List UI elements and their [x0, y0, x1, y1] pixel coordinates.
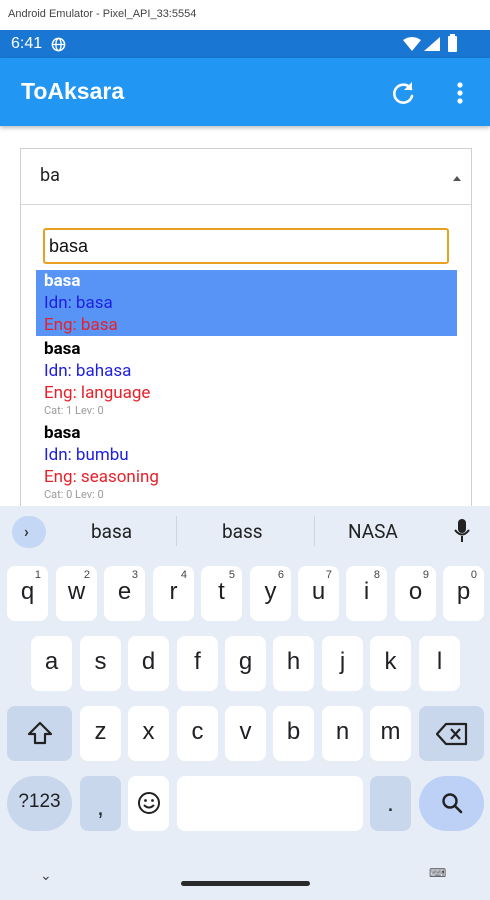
- backspace-key[interactable]: [419, 706, 484, 761]
- key-e[interactable]: e3: [104, 566, 145, 621]
- globe-icon: [51, 37, 66, 52]
- list-item[interactable]: basa Idn: basa Eng: basa: [36, 270, 457, 336]
- result-meta: Cat: 0 Lev: 0: [44, 488, 104, 501]
- shift-icon: [27, 721, 53, 745]
- microphone-icon[interactable]: [452, 517, 472, 545]
- key-n[interactable]: n: [322, 706, 363, 761]
- key-f[interactable]: f: [177, 636, 218, 691]
- emulator-window-title: Android Emulator - Pixel_API_33:5554: [0, 0, 490, 30]
- chevron-down-icon[interactable]: ⌄: [40, 868, 52, 884]
- caret-up-icon[interactable]: [453, 176, 461, 181]
- key-p[interactable]: p0: [443, 566, 484, 621]
- key-m[interactable]: m: [370, 706, 411, 761]
- key-g[interactable]: g: [225, 636, 266, 691]
- result-word: basa: [44, 339, 81, 359]
- period-key[interactable]: .: [370, 776, 411, 831]
- key-y[interactable]: y6: [250, 566, 291, 621]
- suggestion-divider: [314, 516, 315, 546]
- result-eng: Eng: language: [44, 383, 151, 403]
- spinner-header[interactable]: ba: [21, 149, 471, 205]
- comma-key[interactable]: ,: [80, 776, 121, 831]
- result-meta: Cat: 1 Lev: 0: [44, 404, 104, 417]
- key-k[interactable]: k: [370, 636, 411, 691]
- list-item[interactable]: basa Idn: bumbu Eng: seasoning Cat: 0 Le…: [36, 418, 457, 502]
- result-eng: Eng: basa: [44, 315, 118, 335]
- key-t[interactable]: t5: [201, 566, 242, 621]
- backspace-icon: [436, 722, 468, 746]
- shift-key[interactable]: [7, 706, 72, 761]
- status-bar: 6:41: [0, 30, 490, 58]
- result-word: basa: [44, 423, 81, 443]
- key-j[interactable]: j: [322, 636, 363, 691]
- search-icon: [442, 793, 463, 814]
- key-v[interactable]: v: [225, 706, 266, 761]
- key-r[interactable]: r4: [153, 566, 194, 621]
- suggestion-3[interactable]: NASA: [348, 520, 398, 543]
- spinner-selected-value: ba: [40, 165, 60, 186]
- soft-keyboard: › basa bass NASA q1 w2 e3 r4 t5 y6 u7 i8…: [0, 506, 490, 900]
- key-z[interactable]: z: [80, 706, 121, 761]
- key-o[interactable]: o9: [395, 566, 436, 621]
- suggestion-1[interactable]: basa: [91, 520, 132, 543]
- key-a[interactable]: a: [31, 636, 72, 691]
- suggestion-strip: › basa bass NASA: [0, 506, 490, 558]
- app-title: ToAksara: [21, 78, 125, 104]
- expand-toolbar-button[interactable]: ›: [12, 516, 46, 548]
- word-spinner[interactable]: ba basa Idn: basa Eng: basa basa Idn: ba…: [20, 148, 472, 548]
- key-c[interactable]: c: [177, 706, 218, 761]
- symbols-key[interactable]: ?123: [7, 776, 72, 831]
- key-h[interactable]: h: [273, 636, 314, 691]
- emoji-key[interactable]: [128, 776, 169, 831]
- battery-icon: [448, 34, 457, 52]
- key-b[interactable]: b: [273, 706, 314, 761]
- result-idn: Idn: bumbu: [44, 445, 129, 465]
- key-q[interactable]: q1: [7, 566, 48, 621]
- search-input[interactable]: [43, 228, 449, 264]
- results-list[interactable]: basa Idn: basa Eng: basa basa Idn: bahas…: [36, 270, 457, 502]
- search-action-key[interactable]: [419, 776, 484, 831]
- keyboard-switch-icon[interactable]: ⌨: [429, 866, 446, 880]
- result-idn: Idn: basa: [44, 293, 113, 313]
- space-key[interactable]: [177, 776, 363, 831]
- key-d[interactable]: d: [128, 636, 169, 691]
- app-bar: ToAksara: [0, 58, 490, 126]
- chevron-right-icon: ›: [24, 522, 29, 541]
- wifi-icon: [403, 37, 421, 51]
- key-l[interactable]: l: [419, 636, 460, 691]
- key-u[interactable]: u7: [298, 566, 339, 621]
- result-eng: Eng: seasoning: [44, 467, 159, 487]
- result-idn: Idn: bahasa: [44, 361, 132, 381]
- emoji-icon: [138, 792, 160, 814]
- key-i[interactable]: i8: [346, 566, 387, 621]
- result-word: basa: [44, 271, 81, 291]
- cell-signal-icon: [424, 37, 440, 51]
- status-time: 6:41: [11, 35, 43, 52]
- gesture-navigation-handle[interactable]: [181, 881, 310, 886]
- key-x[interactable]: x: [128, 706, 169, 761]
- list-item[interactable]: basa Idn: bahasa Eng: language Cat: 1 Le…: [36, 336, 457, 418]
- suggestion-divider: [176, 516, 177, 546]
- key-s[interactable]: s: [80, 636, 121, 691]
- key-w[interactable]: w2: [56, 566, 97, 621]
- refresh-icon[interactable]: [389, 78, 419, 108]
- more-options-icon[interactable]: [448, 78, 472, 108]
- suggestion-2[interactable]: bass: [222, 520, 263, 543]
